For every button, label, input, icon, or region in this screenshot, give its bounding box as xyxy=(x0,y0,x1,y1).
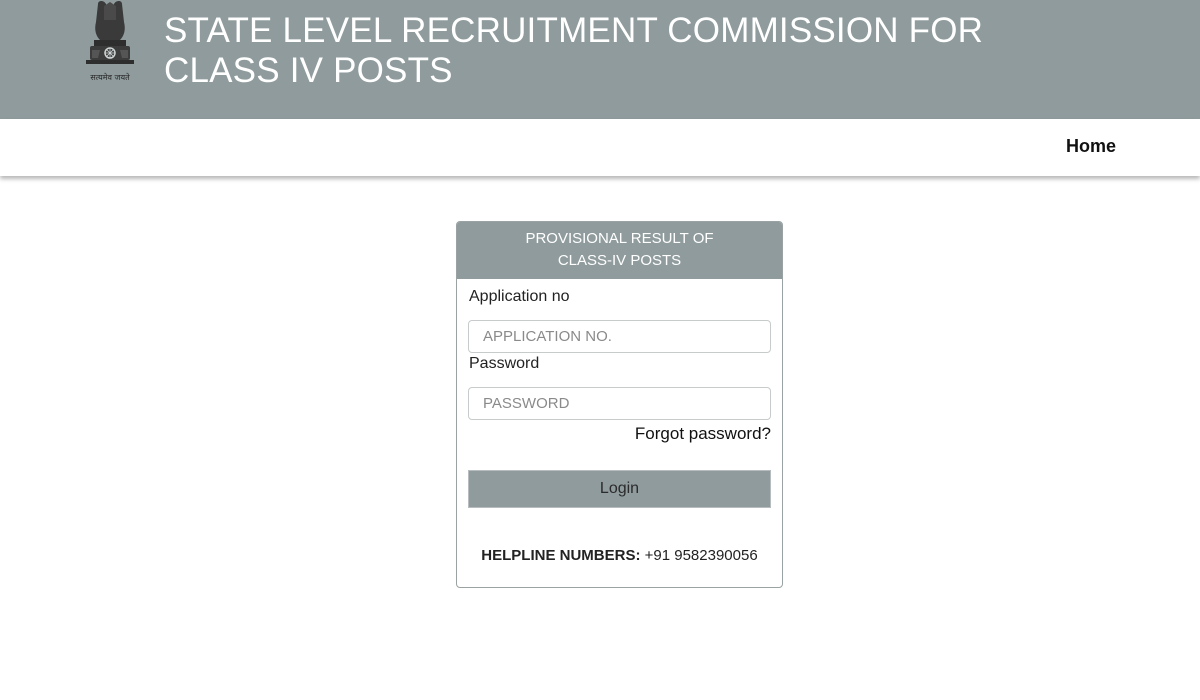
site-title: STATE LEVEL RECRUITMENT COMMISSION FOR C… xyxy=(164,11,984,90)
svg-text:सत्यमेव जयते: सत्यमेव जयते xyxy=(90,72,130,82)
nav-home-link[interactable]: Home xyxy=(1066,136,1116,157)
application-no-input[interactable] xyxy=(468,320,771,353)
national-emblem-logo: सत्यमेव जयते xyxy=(86,1,134,82)
helpline-label: HELPLINE NUMBERS: xyxy=(481,547,641,564)
top-navbar: Home xyxy=(0,119,1200,176)
helpline-number: +91 9582390056 xyxy=(644,547,758,564)
login-button[interactable]: Login xyxy=(468,470,771,508)
application-no-label: Application no xyxy=(469,288,570,305)
helpline-info: HELPLINE NUMBERS: +91 9582390056 xyxy=(457,547,782,564)
login-card-title: PROVISIONAL RESULT OF CLASS-IV POSTS xyxy=(457,222,782,279)
password-label: Password xyxy=(469,355,540,372)
login-card: PROVISIONAL RESULT OF CLASS-IV POSTS App… xyxy=(456,221,783,588)
site-header: सत्यमेव जयते STATE LEVEL RECRUITMENT COM… xyxy=(0,0,1200,119)
forgot-password-link[interactable]: Forgot password? xyxy=(635,424,771,444)
password-input[interactable] xyxy=(468,387,771,420)
